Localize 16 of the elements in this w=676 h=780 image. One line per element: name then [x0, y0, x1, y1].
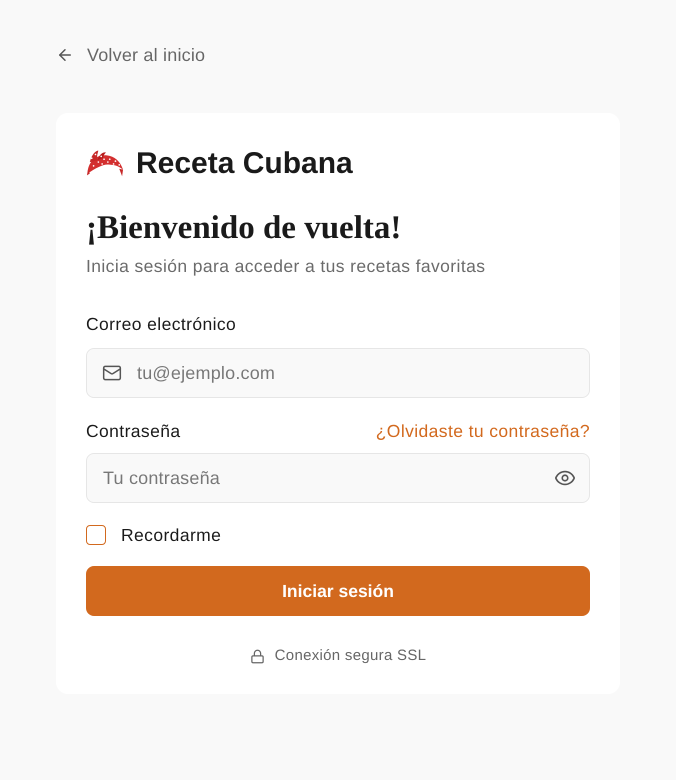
secure-connection-note: Conexión segura SSL: [274, 646, 426, 666]
field-label: Correo electrónico: [86, 312, 236, 336]
bandana-icon: [86, 148, 124, 178]
field-label: Contraseña: [86, 420, 180, 443]
email-field[interactable]: tu@ejemplo.com: [86, 348, 590, 398]
back-link[interactable]: Volver al inicio: [56, 43, 206, 67]
welcome-heading: ¡Bienvenido de vuelta!: [86, 210, 402, 246]
subtitle: Inicia sesión para acceder a tus recetas favoritas: [86, 255, 486, 278]
brand-name: Receta Cubana: [136, 146, 353, 182]
lock-icon: [250, 648, 265, 664]
remember-checkbox[interactable]: [86, 525, 106, 545]
remember-label: Recordarme: [121, 524, 222, 547]
mail-icon: [102, 363, 122, 383]
password-field[interactable]: Tu contraseña: [86, 453, 590, 503]
sign-in-button[interactable]: Iniciar sesión: [86, 566, 590, 616]
forgot-password-link[interactable]: ¿Olvidaste tu contraseña?: [376, 418, 590, 444]
